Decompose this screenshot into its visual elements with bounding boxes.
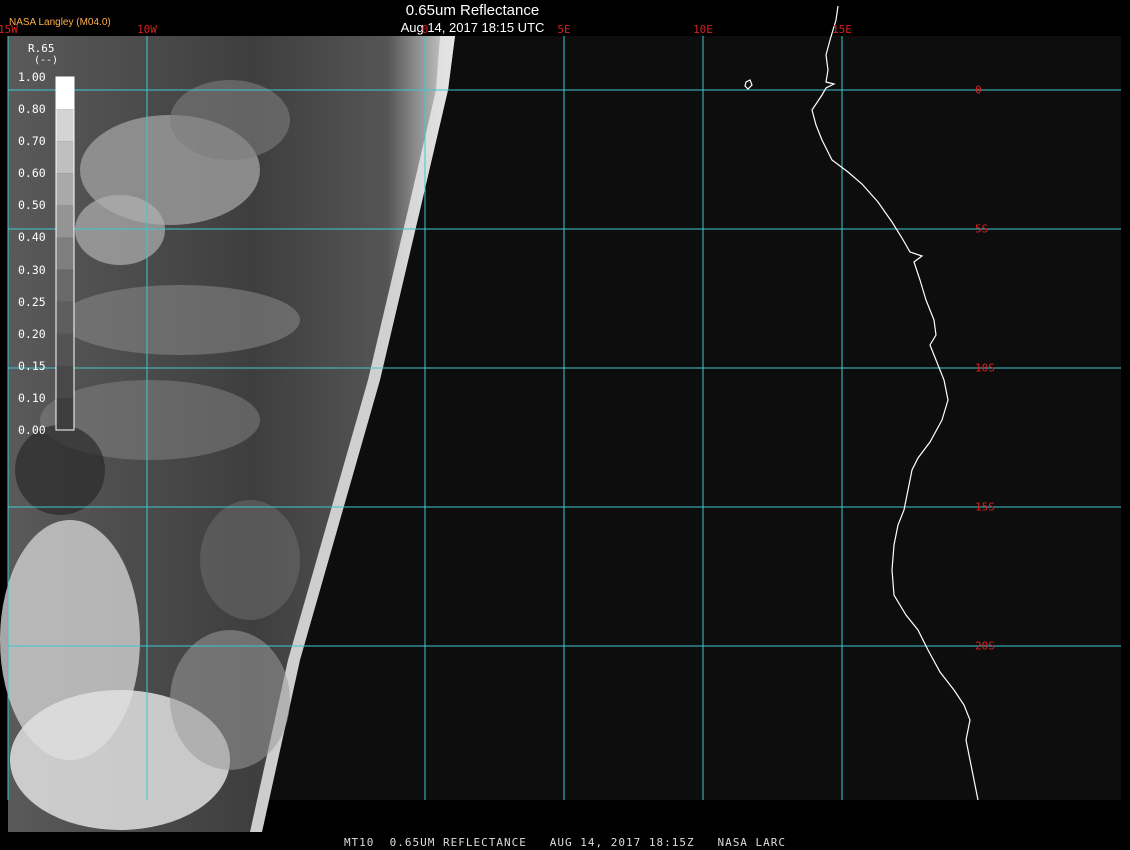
longitude-label: 15W	[0, 23, 18, 36]
longitude-label: 10E	[693, 23, 713, 36]
latitude-label: 0	[975, 83, 982, 97]
legend-swatch	[56, 237, 74, 270]
latitude-label: 10S	[975, 361, 995, 375]
legend-swatch	[56, 77, 74, 110]
latitude-label: 5S	[975, 222, 989, 236]
map-title: 0.65um Reflectance	[405, 2, 540, 19]
legend-title: R.65	[28, 42, 55, 55]
satellite-map	[0, 5, 1121, 832]
longitude-label: 15E	[832, 23, 852, 36]
legend-swatch	[56, 205, 74, 238]
legend-tick-label: 0.20	[18, 326, 46, 341]
legend-colorbar	[55, 76, 75, 431]
legend-swatch	[56, 333, 74, 366]
longitude-label: 0	[421, 23, 429, 36]
legend-swatch	[56, 141, 74, 174]
legend-tick-label: 0.00	[18, 423, 46, 437]
legend-tick-label: 1.00	[18, 70, 46, 84]
legend-swatch	[56, 365, 74, 398]
legend-tick-label: 0.15	[18, 358, 46, 373]
footer-caption: MT10 0.65UM REFLECTANCE AUG 14, 2017 18:…	[343, 836, 787, 849]
longitude-label: 5E	[557, 23, 571, 36]
latitude-label: 20S	[975, 639, 995, 653]
legend-tick-label: 0.25	[18, 294, 46, 309]
legend-units: (--)	[34, 55, 59, 66]
legend-tick-label: 0.60	[18, 166, 46, 181]
longitude-label: 10W	[137, 23, 157, 36]
legend-swatch	[56, 173, 74, 206]
legend-swatch	[56, 301, 74, 334]
legend-swatch	[56, 397, 74, 430]
latitude-label: 15S	[975, 500, 995, 514]
legend-tick-label: 0.10	[18, 390, 46, 405]
legend-tick-label: 0.40	[18, 230, 46, 245]
legend-tick-label: 0.50	[18, 198, 46, 213]
legend-tick-label: 0.30	[18, 262, 46, 277]
legend-tick-label: 0.70	[18, 134, 46, 149]
legend-swatch	[56, 109, 74, 142]
legend-swatch	[56, 269, 74, 302]
legend-tick-label: 0.80	[18, 102, 46, 117]
